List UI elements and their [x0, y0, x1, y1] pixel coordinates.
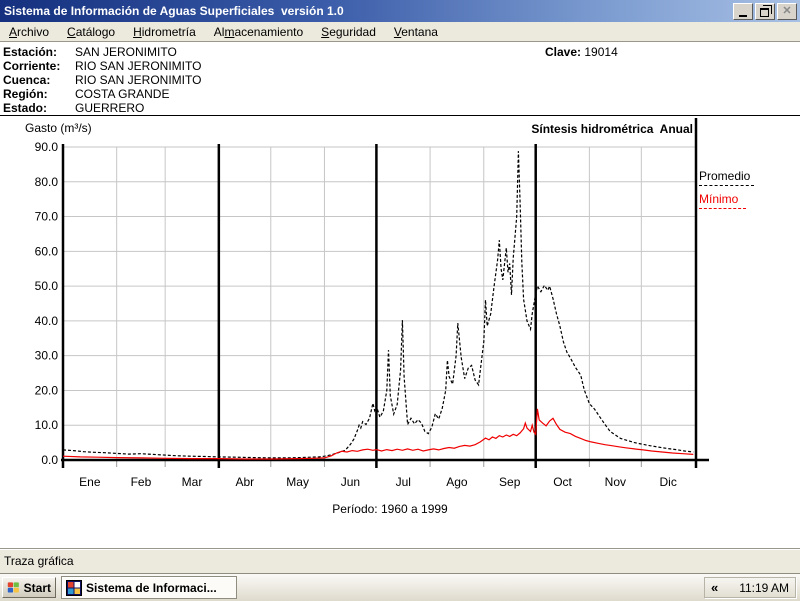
- restore-button[interactable]: [755, 3, 775, 20]
- taskbar-app-label: Sistema de Informaci...: [86, 581, 217, 595]
- y-tick-label: 0.0: [41, 453, 58, 467]
- y-tick-label: 20.0: [35, 383, 59, 397]
- month-label: May: [286, 475, 309, 489]
- window-title: Sistema de Información de Aguas Superfic…: [0, 4, 344, 18]
- month-label: Dic: [659, 475, 676, 489]
- month-label: Sep: [499, 475, 521, 489]
- taskbar-app-button[interactable]: Sistema de Informaci...: [61, 576, 237, 599]
- month-label: Nov: [605, 475, 626, 489]
- month-label: Oct: [553, 475, 572, 489]
- menu-item-almacenamiento[interactable]: Almacenamiento: [205, 23, 312, 41]
- menu-item-seguridad[interactable]: Seguridad: [312, 23, 385, 41]
- chart-canvas: 0.010.020.030.040.050.060.070.080.090.0E…: [0, 42, 800, 548]
- title-bar: Sistema de Información de Aguas Superfic…: [0, 0, 800, 22]
- y-tick-label: 70.0: [35, 210, 59, 224]
- taskbar: Start Sistema de Informaci... « 11:19 AM: [0, 573, 800, 601]
- system-tray: « 11:19 AM: [704, 577, 796, 598]
- y-tick-label: 80.0: [35, 175, 59, 189]
- y-tick-label: 90.0: [35, 140, 59, 154]
- app-icon: [66, 580, 82, 596]
- series-minimo: [63, 409, 693, 459]
- month-label: Jun: [341, 475, 360, 489]
- month-label: Abr: [235, 475, 254, 489]
- menu-item-ventana[interactable]: Ventana: [385, 23, 447, 41]
- start-button[interactable]: Start: [2, 577, 56, 598]
- restore-icon: [760, 8, 769, 17]
- month-label: Feb: [131, 475, 152, 489]
- period-caption: Período: 1960 a 1999: [332, 502, 448, 516]
- y-tick-label: 50.0: [35, 279, 59, 293]
- start-label: Start: [24, 581, 51, 595]
- y-tick-label: 10.0: [35, 418, 59, 432]
- month-label: Mar: [182, 475, 203, 489]
- y-tick-label: 40.0: [35, 314, 59, 328]
- status-bar: Traza gráfica: [0, 548, 800, 574]
- series-promedio: [63, 151, 693, 458]
- tray-chevron-icon[interactable]: «: [711, 580, 718, 595]
- clock[interactable]: 11:19 AM: [739, 581, 789, 595]
- y-tick-label: 60.0: [35, 244, 59, 258]
- menu-bar: ArchivoCatálogoHidrometríaAlmacenamiento…: [0, 22, 800, 42]
- windows-logo-icon: [7, 580, 20, 595]
- window-controls: ✕: [733, 3, 797, 20]
- menu-item-catalogo[interactable]: Catálogo: [58, 23, 124, 41]
- y-tick-label: 30.0: [35, 349, 59, 363]
- month-label: Ene: [79, 475, 101, 489]
- month-label: Jul: [396, 475, 411, 489]
- close-icon: ✕: [782, 6, 791, 17]
- client-area: Estación:SAN JERONIMITO Corriente:RIO SA…: [0, 42, 800, 548]
- menu-item-archivo[interactable]: Archivo: [0, 23, 58, 41]
- status-text: Traza gráfica: [4, 554, 74, 568]
- month-label: Ago: [446, 475, 468, 489]
- close-button[interactable]: ✕: [777, 3, 797, 20]
- minimize-icon: [739, 15, 747, 17]
- menu-item-hidrometria[interactable]: Hidrometría: [124, 23, 205, 41]
- app-window: Sistema de Información de Aguas Superfic…: [0, 0, 800, 600]
- minimize-button[interactable]: [733, 3, 753, 20]
